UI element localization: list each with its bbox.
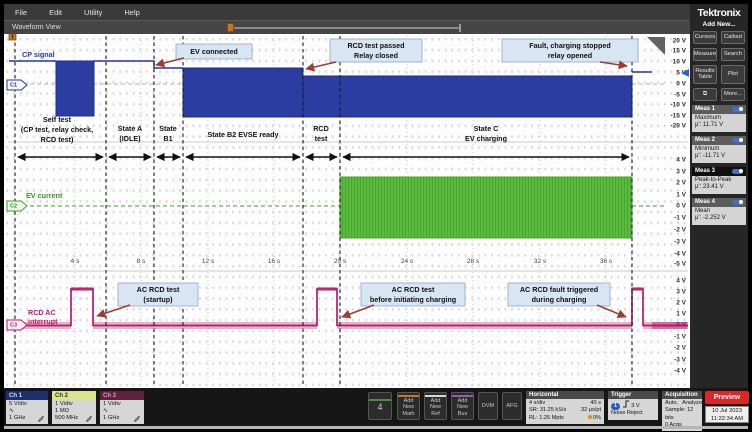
horizontal-scale: 4 s/div [529, 400, 545, 407]
channel-1-title: Ch 1 [6, 391, 48, 400]
meas-4-toggle[interactable] [732, 200, 743, 205]
more-button[interactable]: More... [721, 88, 745, 101]
time-resolution: 32 μs/pt [581, 407, 601, 414]
cursors-button[interactable]: Cursors [693, 31, 717, 44]
acquisition-analyze: Analyze [682, 400, 702, 407]
probe-tip-icon [85, 415, 93, 422]
meas-3-value: μ′: 23.41 V [695, 184, 743, 192]
dvm-button[interactable]: DVM [478, 392, 498, 420]
acquisition-sample: Sample: 12 bits [665, 407, 699, 422]
meas-3-type: Peak-to-Peak [695, 177, 743, 185]
channel-4-button[interactable]: 4 [368, 392, 392, 420]
channel-1-scale: 5 V/div [9, 401, 45, 408]
rising-edge-icon [622, 400, 630, 408]
add-new-ref-button[interactable]: Add New Ref [424, 392, 447, 420]
channel-2-impedance: 1 MΩ [55, 408, 93, 415]
trigger-mode: Noise Reject [611, 410, 655, 417]
acquisition-mode: Auto, [665, 400, 678, 407]
draw-a-box-icon: ⧉ [703, 91, 707, 97]
record-length: RL: 1.25 Mpts [529, 415, 564, 422]
position-dot-icon [588, 415, 592, 419]
afg-button[interactable]: AFG [502, 392, 522, 420]
horizontal-pan-track[interactable] [232, 27, 460, 29]
meas-3-toggle[interactable] [732, 169, 743, 174]
oscilloscope-screen: File Edit Utility Help Waveform View [0, 0, 752, 432]
meas-1-value: μ′: 11.71 V [695, 122, 743, 130]
ref-color-strip [425, 395, 446, 397]
bus-color-strip [452, 395, 473, 397]
add-new-label: Add New... [690, 21, 748, 28]
date-label: 10 Jul 2023 [706, 408, 748, 416]
acquisition-title: Acquisition [662, 391, 702, 399]
waveform-plot-area[interactable] [4, 34, 690, 388]
draw-a-box-button[interactable]: ⧉ [693, 88, 717, 101]
channel-1-badge[interactable]: Ch 1 5 V/div ∿ 1 GHz [6, 391, 48, 424]
channel-3-title: Ch 3 [100, 391, 144, 400]
meas-3-title: Meas 3 [695, 168, 715, 174]
horizontal-window: 40 s [590, 400, 601, 407]
results-table-button[interactable]: Results Table [693, 65, 717, 84]
bottom-bar: Ch 1 5 V/div ∿ 1 GHz Ch 2 1 V/div 1 MΩ 5… [4, 388, 748, 426]
meas-4-title: Meas 4 [695, 199, 715, 205]
menu-bar: File Edit Utility Help [4, 4, 690, 20]
trigger-title: Trigger [608, 391, 658, 399]
meas-4-type: Mean [695, 208, 743, 216]
meas-2-type: Minimum [695, 146, 743, 154]
datetime-display: 10 Jul 2023 11:22:34 AM [705, 406, 749, 423]
trigger-source-pill: 1 [611, 403, 620, 410]
meas-4-value: μ′: -2.252 V [695, 215, 743, 223]
add-new-bus-button[interactable]: Add New Bus [451, 392, 474, 420]
sample-rate: SR: 31.25 kS/s [529, 407, 566, 414]
meas-2-toggle[interactable] [732, 138, 743, 143]
math-color-strip [398, 395, 419, 397]
channel-2-title: Ch 2 [52, 391, 96, 400]
preview-button[interactable]: Preview [705, 391, 749, 404]
bottom-bezel [4, 426, 748, 429]
channel-3-scale: 1 V/div [103, 401, 141, 408]
trigger-position-marker[interactable] [227, 23, 234, 32]
probe-tip-icon [133, 415, 141, 422]
waveform-view-bar: Waveform View [4, 20, 690, 34]
channel-1-bandwidth: 1 GHz [9, 415, 25, 422]
menu-edit[interactable]: Edit [38, 8, 73, 17]
channel-3-badge[interactable]: Ch 3 1 V/div ∿ 1 GHz [100, 391, 144, 424]
meas-1-type: Maximum [695, 115, 743, 123]
brand-logo: Tektronix [690, 7, 748, 19]
waveform-view-title: Waveform View [12, 24, 61, 31]
horizontal-position: 0% [593, 415, 601, 421]
meas-3-badge[interactable]: Meas 3 Peak-to-Peakμ′: 23.41 V [692, 167, 746, 194]
trigger-badge[interactable]: Trigger 1 3 V Noise Reject [608, 391, 658, 420]
channel-2-badge[interactable]: Ch 2 1 V/div 1 MΩ 500 MHz [52, 391, 96, 424]
horizontal-badge[interactable]: Horizontal 4 s/div 40 s SR: 31.25 kS/s 32 … [526, 391, 604, 424]
ac-coupling-icon: ∿ [103, 408, 141, 415]
horizontal-pan-end-tick [459, 24, 461, 32]
measure-button[interactable]: Measure [693, 48, 717, 61]
meas-2-title: Meas 2 [695, 137, 715, 143]
search-button[interactable]: Search [721, 48, 745, 61]
plot-button[interactable]: Plot [721, 65, 745, 84]
menu-file[interactable]: File [4, 8, 38, 17]
horizontal-title: Horizontal [526, 391, 604, 399]
channel-2-bandwidth: 500 MHz [55, 415, 78, 422]
right-sidebar: Tektronix Add New... Cursors Callout Mea… [690, 4, 748, 388]
meas-1-badge[interactable]: Meas 1 Maximumμ′: 11.71 V [692, 105, 746, 132]
add-new-math-button[interactable]: Add New Math [397, 392, 420, 420]
meas-2-value: μ′: -11.71 V [695, 153, 743, 161]
channel-4-color-strip [369, 399, 391, 401]
channel-2-scale: 1 V/div [55, 401, 93, 408]
trigger-level: 3 V [631, 403, 639, 409]
meas-4-badge[interactable]: Meas 4 Meanμ′: -2.252 V [692, 198, 746, 225]
ac-coupling-icon: ∿ [9, 408, 45, 415]
menu-help[interactable]: Help [113, 8, 150, 17]
meas-1-toggle[interactable] [732, 107, 743, 112]
channel-3-bandwidth: 1 GHz [103, 415, 119, 422]
menu-utility[interactable]: Utility [73, 8, 113, 17]
time-label: 11:22:34 AM [706, 416, 748, 424]
callout-button[interactable]: Callout [721, 31, 745, 44]
meas-2-badge[interactable]: Meas 2 Minimumμ′: -11.71 V [692, 136, 746, 163]
meas-1-title: Meas 1 [695, 106, 715, 112]
probe-tip-icon [37, 415, 45, 422]
